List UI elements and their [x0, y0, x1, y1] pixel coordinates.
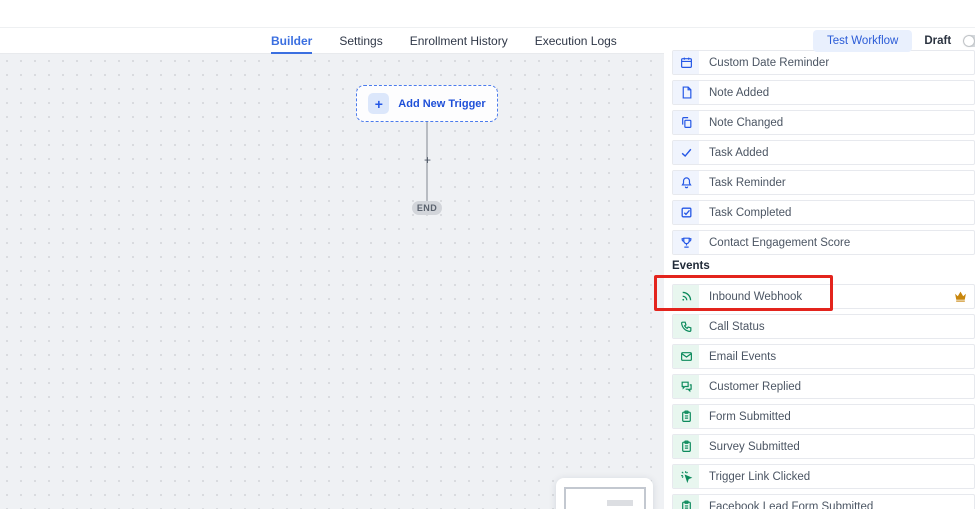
plus-icon: + [368, 93, 389, 114]
trigger-item-label: Trigger Link Clicked [709, 471, 810, 483]
end-node: END [412, 201, 442, 215]
trigger-item-task-completed[interactable]: Task Completed [672, 200, 975, 225]
trigger-item-label: Task Completed [709, 207, 791, 219]
trigger-item-call-status[interactable]: Call Status [672, 314, 975, 339]
trigger-item-survey-submitted[interactable]: Survey Submitted [672, 434, 975, 459]
phone-icon [673, 315, 699, 338]
trigger-item-email-events[interactable]: Email Events [672, 344, 975, 369]
trigger-list-panel: Custom Date Reminder Note Added Note Cha… [664, 47, 975, 509]
test-workflow-button[interactable]: Test Workflow [813, 30, 912, 52]
workflow-controls: Test Workflow Draft Publish [813, 30, 975, 52]
trigger-item-label: Note Added [709, 87, 769, 99]
trigger-item-label: Facebook Lead Form Submitted [709, 501, 873, 509]
webhook-icon [673, 285, 699, 308]
trigger-item-label: Email Events [709, 351, 776, 363]
trigger-item-inbound-webhook[interactable]: Inbound Webhook [672, 284, 975, 309]
trigger-item-note-added[interactable]: Note Added [672, 80, 975, 105]
toggle-knob [964, 36, 974, 46]
tab-builder[interactable]: Builder [271, 28, 312, 54]
draft-label: Draft [924, 35, 951, 47]
trigger-item-task-added[interactable]: Task Added [672, 140, 975, 165]
trigger-item-label: Custom Date Reminder [709, 57, 829, 69]
workflow-tabs: Builder Settings Enrollment History Exec… [271, 28, 617, 54]
preview-frame [564, 487, 646, 509]
trigger-item-label: Survey Submitted [709, 441, 800, 453]
trigger-item-label: Inbound Webhook [709, 291, 802, 303]
trigger-item-form-submitted[interactable]: Form Submitted [672, 404, 975, 429]
top-bar [0, 0, 975, 28]
clipboard-icon [673, 495, 699, 509]
add-new-trigger-label: Add New Trigger [398, 98, 485, 110]
events-section-header: Events [672, 260, 975, 272]
tab-settings[interactable]: Settings [339, 28, 382, 54]
trigger-item-facebook-lead-form-submitted[interactable]: Facebook Lead Form Submitted [672, 494, 975, 509]
publish-toggle[interactable] [963, 35, 975, 47]
add-step-plus-icon[interactable]: + [421, 153, 434, 167]
note-icon [673, 81, 699, 104]
premium-crown-icon [954, 291, 967, 302]
email-icon [673, 345, 699, 368]
bell-icon [673, 171, 699, 194]
tab-execution-logs[interactable]: Execution Logs [535, 28, 617, 54]
clipboard-icon [673, 435, 699, 458]
trigger-item-custom-date-reminder[interactable]: Custom Date Reminder [672, 50, 975, 75]
trigger-item-label: Contact Engagement Score [709, 237, 850, 249]
trophy-icon [673, 231, 699, 254]
trigger-preview-popup [556, 478, 653, 509]
calendar-icon [673, 51, 699, 74]
trigger-item-label: Task Reminder [709, 177, 786, 189]
trigger-item-label: Form Submitted [709, 411, 791, 423]
add-new-trigger-button[interactable]: + Add New Trigger [356, 85, 498, 122]
checkbox-check-icon [673, 201, 699, 224]
trigger-item-trigger-link-clicked[interactable]: Trigger Link Clicked [672, 464, 975, 489]
tab-enrollment-history[interactable]: Enrollment History [410, 28, 508, 54]
trigger-item-contact-engagement-score[interactable]: Contact Engagement Score [672, 230, 975, 255]
note-copy-icon [673, 111, 699, 134]
trigger-item-note-changed[interactable]: Note Changed [672, 110, 975, 135]
trigger-item-customer-replied[interactable]: Customer Replied [672, 374, 975, 399]
trigger-item-label: Customer Replied [709, 381, 801, 393]
chat-icon [673, 375, 699, 398]
workflow-canvas[interactable]: + Add New Trigger + END [0, 54, 664, 509]
cursor-click-icon [673, 465, 699, 488]
clipboard-icon [673, 405, 699, 428]
trigger-item-label: Call Status [709, 321, 765, 333]
trigger-item-label: Task Added [709, 147, 768, 159]
check-icon [673, 141, 699, 164]
trigger-item-task-reminder[interactable]: Task Reminder [672, 170, 975, 195]
trigger-item-label: Note Changed [709, 117, 783, 129]
preview-placeholder-bar [607, 500, 633, 506]
